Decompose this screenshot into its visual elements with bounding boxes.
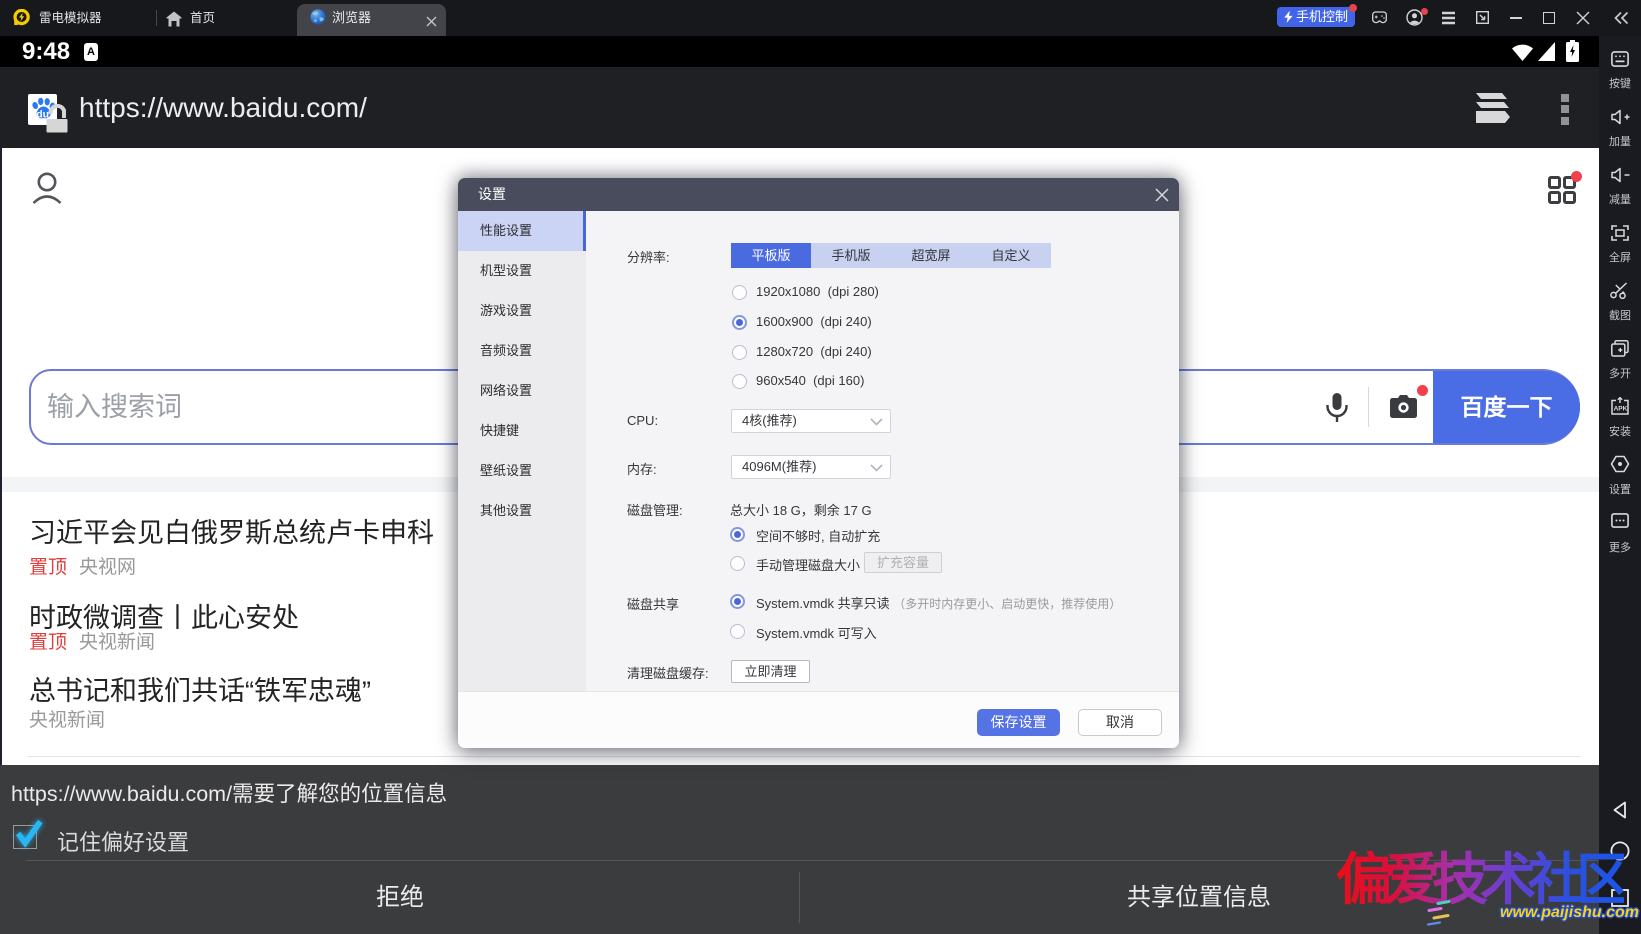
svg-text:APK: APK <box>1614 406 1628 413</box>
